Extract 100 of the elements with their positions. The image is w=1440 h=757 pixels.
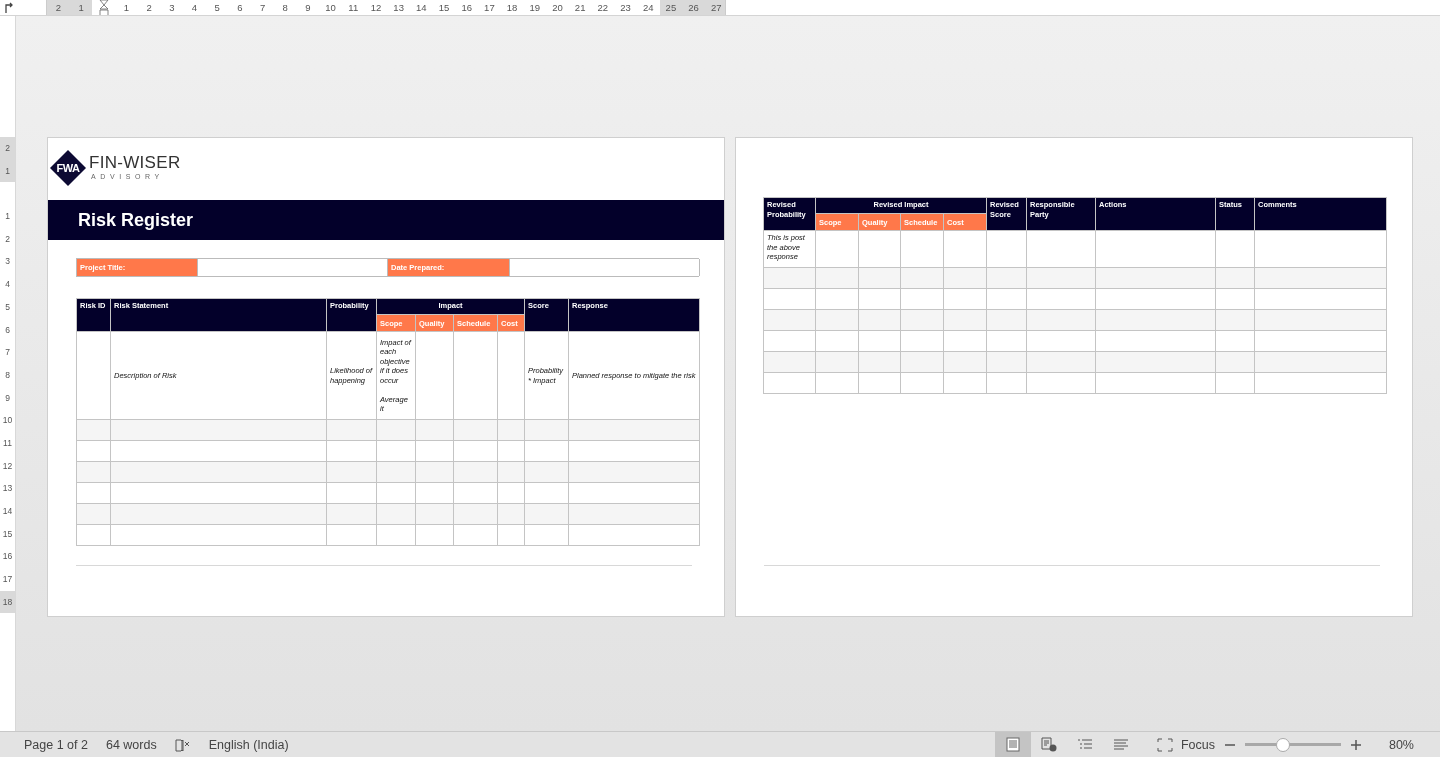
- ruler-number: 22: [596, 1, 610, 15]
- ruler-number: 13: [392, 1, 405, 15]
- focus-frame-icon: [1156, 737, 1173, 752]
- ruler-number: 5: [213, 1, 221, 15]
- table-cell: [76, 503, 111, 525]
- title-banner: Risk Register: [48, 200, 724, 240]
- table-cell: [1026, 330, 1096, 352]
- paragraph-corner-icon: [4, 2, 14, 13]
- table-cell: [900, 372, 944, 394]
- table-cell: [497, 482, 525, 504]
- ruler-number: 1: [122, 1, 131, 15]
- table-cell: [76, 461, 111, 483]
- table-cell: [763, 351, 816, 373]
- zoom-percent[interactable]: 80%: [1388, 737, 1414, 752]
- ruler-number: 20: [551, 1, 564, 15]
- ruler-number: 23: [619, 1, 632, 15]
- page-count[interactable]: Page 1 of 2: [24, 737, 88, 752]
- table-cell: [76, 482, 111, 504]
- table-cell: [1215, 230, 1255, 268]
- table-cell: [376, 482, 416, 504]
- ruler-number: 18: [0, 590, 15, 614]
- table-cell: [815, 372, 859, 394]
- table-cell: [1026, 230, 1096, 268]
- table-cell: [524, 482, 569, 504]
- table-cell: [453, 524, 498, 546]
- table-cell: [497, 440, 525, 462]
- ruler-number: 9: [304, 1, 312, 15]
- table-cell: [415, 440, 454, 462]
- table-cell: [763, 372, 816, 394]
- ruler-number: 19: [528, 1, 542, 15]
- table-cell: [376, 524, 416, 546]
- table-cell: [1026, 288, 1096, 310]
- zoom-in-icon[interactable]: [1350, 739, 1361, 750]
- ruler-number: 2: [0, 137, 15, 160]
- table-cell: [815, 230, 859, 268]
- table-cell: [763, 267, 816, 289]
- ruler-number: 2: [47, 0, 70, 15]
- globe-page-icon: [1040, 737, 1057, 752]
- table-cell: [497, 524, 525, 546]
- table-cell: [858, 288, 901, 310]
- ruler-number: 17: [483, 1, 496, 15]
- table-cell: [326, 482, 377, 504]
- table-cell: [453, 482, 498, 504]
- table-cell: [76, 524, 111, 546]
- table-cell: [1026, 372, 1096, 394]
- ruler-number: 4: [190, 1, 199, 15]
- table-cell: [763, 309, 816, 331]
- ruler-number: 1: [0, 159, 15, 183]
- table-cell: [1215, 330, 1255, 352]
- table-cell: [415, 524, 454, 546]
- table-cell: [858, 330, 901, 352]
- table-cell: [815, 288, 859, 310]
- lines-icon: [1112, 737, 1129, 752]
- table-cell: [900, 330, 944, 352]
- table-cell: [1215, 372, 1255, 394]
- table-cell: [986, 372, 1027, 394]
- ruler-number: 12: [369, 1, 383, 15]
- table-cell: [76, 440, 111, 462]
- proofing-book-icon[interactable]: [174, 737, 191, 752]
- print-view-button[interactable]: [994, 732, 1031, 757]
- table-cell: [858, 230, 901, 268]
- ruler-number: 11: [347, 1, 360, 15]
- table-cell: [943, 288, 987, 310]
- language[interactable]: English (India): [208, 737, 289, 752]
- word-count[interactable]: 64 words: [105, 737, 157, 752]
- table-cell: [415, 482, 454, 504]
- input-field[interactable]: [509, 259, 700, 276]
- focus-button[interactable]: Focus: [1156, 737, 1215, 752]
- table-cell: [900, 230, 944, 268]
- table-cell: [900, 288, 944, 310]
- table-cell: [326, 524, 377, 546]
- ruler-number: 6: [236, 1, 244, 15]
- logo-name: FIN-WISER: [89, 154, 181, 172]
- logo-mark: FWA: [50, 150, 86, 186]
- table-cell: [76, 419, 111, 441]
- table-cell: [986, 330, 1027, 352]
- lines-icon: [1076, 737, 1093, 752]
- table-cell: [763, 288, 816, 310]
- table-cell: [943, 372, 987, 394]
- ruler-number: 14: [415, 1, 428, 15]
- table-cell: [376, 440, 416, 462]
- table-cell: [1215, 288, 1255, 310]
- table-cell: [326, 440, 377, 462]
- ruler-number: 7: [258, 1, 267, 15]
- table-cell: [524, 524, 569, 546]
- ruler-number: 25: [659, 0, 683, 15]
- table-cell: [858, 372, 901, 394]
- ruler-number: 18: [505, 1, 519, 15]
- ruler-number: 1: [69, 0, 93, 15]
- table-cell: [986, 288, 1027, 310]
- ruler-number: 26: [682, 0, 705, 15]
- ruler-number: 3: [168, 1, 176, 15]
- table-cell: [453, 440, 498, 462]
- input-field[interactable]: [197, 259, 388, 276]
- table-cell: [943, 330, 987, 352]
- ruler-number: 16: [460, 1, 473, 15]
- table-cell: [986, 230, 1027, 268]
- ruler-number: 2: [145, 1, 153, 15]
- ruler-number: 8: [281, 1, 289, 15]
- table-cell: [524, 440, 569, 462]
